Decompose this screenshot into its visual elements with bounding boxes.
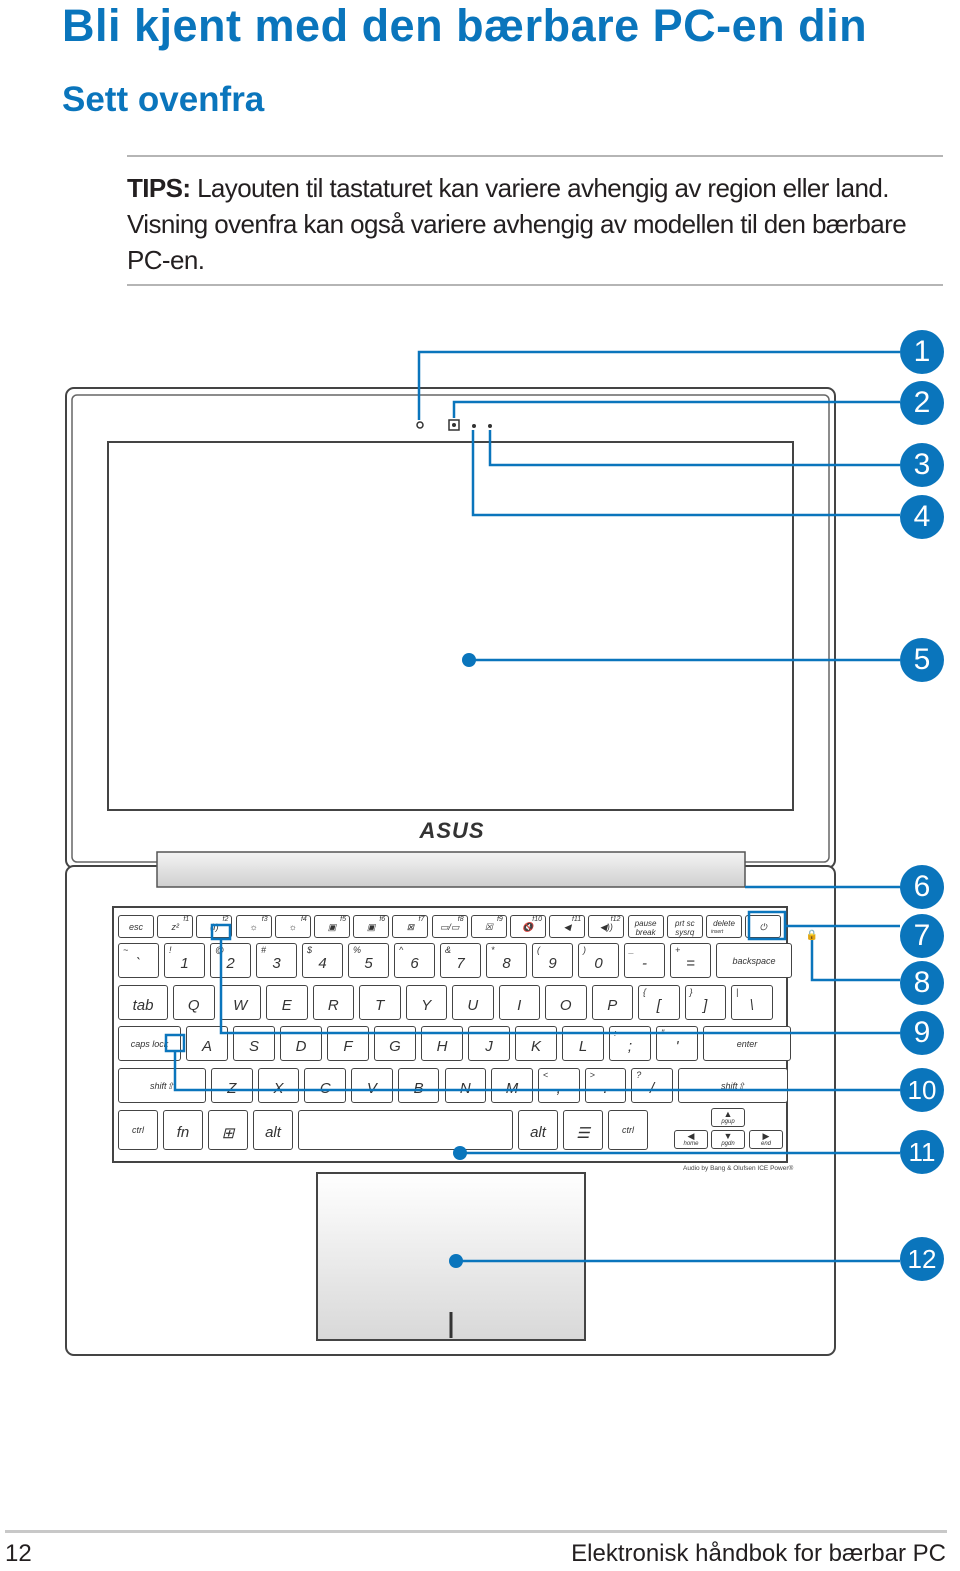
callout-number-10: 10 — [900, 1068, 944, 1112]
f2-led-highlight — [210, 923, 232, 941]
callout-line-4 — [471, 430, 900, 517]
callout-number-12: 12 — [900, 1237, 944, 1281]
footer-title: Elektronisk håndbok for bærbar PC — [571, 1540, 946, 1567]
callout-number-8: 8 — [900, 961, 944, 1005]
laptop-top-view-illustration: ASUS esc z² f1 (ı) f2 ☼ f3 ☼ f4 ▣ f5 ▣ f6 ⊠ f7 ▭/▭ f8 ☒ f9… — [0, 0, 960, 1400]
callout-number-3: 3 — [900, 443, 944, 487]
callout-line-10 — [173, 1051, 900, 1092]
callout-line-2 — [452, 400, 900, 418]
callout-number-9: 9 — [900, 1011, 944, 1055]
callout-number-6: 6 — [900, 865, 944, 909]
callout-number-11: 11 — [900, 1130, 944, 1174]
callout-number-7: 7 — [900, 914, 944, 958]
callout-lines: 🔒 — [164, 350, 900, 1268]
footer-divider — [5, 1530, 947, 1533]
capslock-led-highlight — [164, 1033, 186, 1053]
callout-line-9 — [219, 939, 900, 1035]
callout-line-1 — [417, 350, 900, 420]
callout-number-1: 1 — [900, 330, 944, 374]
callout-number-4: 4 — [900, 495, 944, 539]
power-button-highlight — [747, 910, 787, 941]
svg-text:🔒: 🔒 — [806, 929, 818, 941]
callout-line-8 — [810, 940, 900, 982]
callout-line-3 — [488, 430, 900, 467]
page-number: 12 — [5, 1540, 32, 1567]
callout-number-5: 5 — [900, 638, 944, 682]
callout-number-2: 2 — [900, 381, 944, 425]
